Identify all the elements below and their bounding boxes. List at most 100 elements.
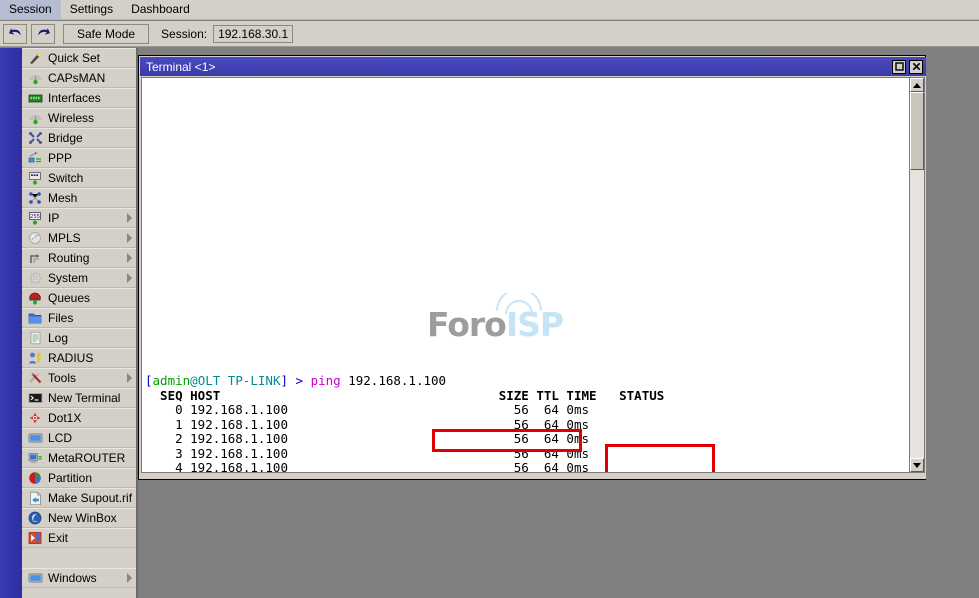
sidebar-item-log[interactable]: Log bbox=[22, 328, 136, 348]
chevron-right-icon bbox=[127, 373, 132, 383]
close-button[interactable] bbox=[909, 60, 923, 74]
winbox-brand-strip: WinBox bbox=[0, 48, 22, 598]
sidebar-item-label: Tools bbox=[48, 371, 76, 385]
output-header-row: SEQ HOST SIZE TTL TIME STATUS bbox=[145, 388, 664, 403]
session-address-field[interactable]: 192.168.30.1 bbox=[213, 25, 293, 43]
scrollbar-track[interactable] bbox=[910, 92, 924, 458]
prompt-bracket-close: ] > bbox=[280, 373, 310, 388]
sidebar-item-label: Dot1X bbox=[48, 411, 81, 425]
watermark-isp: ISP bbox=[506, 305, 563, 344]
prompt-argument: 192.168.1.100 bbox=[341, 373, 446, 388]
sidebar-item-ppp[interactable]: PPP bbox=[22, 148, 136, 168]
menu-item-dashboard[interactable]: Dashboard bbox=[122, 0, 199, 19]
maximize-button[interactable] bbox=[892, 60, 906, 74]
undo-arrow-icon bbox=[8, 27, 23, 40]
tools-icon bbox=[26, 370, 44, 386]
ppp-icon bbox=[26, 150, 44, 166]
antenna-icon bbox=[26, 70, 44, 86]
switch-icon bbox=[26, 170, 44, 186]
sidebar-item-label: Windows bbox=[48, 571, 97, 585]
sidebar-item-radius[interactable]: RADIUS bbox=[22, 348, 136, 368]
bridge-icon bbox=[26, 130, 44, 146]
sidebar-item-system[interactable]: System bbox=[22, 268, 136, 288]
sidebar-item-label: Files bbox=[48, 311, 73, 325]
sidebar-item-exit[interactable]: Exit bbox=[22, 528, 136, 548]
antenna-icon bbox=[26, 110, 44, 126]
sidebar-item-label: CAPsMAN bbox=[48, 71, 105, 85]
sidebar-item-partition[interactable]: Partition bbox=[22, 468, 136, 488]
queues-icon bbox=[26, 290, 44, 306]
sidebar-item-label: RADIUS bbox=[48, 351, 93, 365]
winbox-app: Session Settings Dashboard Safe Mode Ses… bbox=[0, 0, 979, 598]
gear-icon bbox=[26, 270, 44, 286]
sidebar-item-label: Wireless bbox=[48, 111, 94, 125]
close-icon bbox=[912, 60, 921, 74]
sidebar-menu-list: Quick Set CAPsMAN bbox=[22, 48, 136, 598]
safe-mode-button[interactable]: Safe Mode bbox=[63, 24, 149, 44]
watermark-foro: Foro bbox=[427, 305, 506, 344]
output-row: 1 192.168.1.100 56 64 0ms bbox=[145, 417, 589, 432]
sidebar-item-label: Routing bbox=[48, 251, 89, 265]
sidebar-item-dot1x[interactable]: Dot1X bbox=[22, 408, 136, 428]
scroll-down-button[interactable] bbox=[910, 458, 924, 472]
scroll-up-button[interactable] bbox=[910, 78, 924, 92]
undo-button[interactable] bbox=[3, 24, 27, 44]
sidebar-item-routing[interactable]: Routing bbox=[22, 248, 136, 268]
sidebar-item-quick-set[interactable]: Quick Set bbox=[22, 48, 136, 68]
windows-icon bbox=[26, 570, 44, 586]
chevron-right-icon bbox=[127, 213, 132, 223]
sidebar-item-capsman[interactable]: CAPsMAN bbox=[22, 68, 136, 88]
chevron-right-icon bbox=[127, 273, 132, 283]
sidebar-spacer bbox=[22, 548, 136, 568]
routing-icon bbox=[26, 250, 44, 266]
output-row: 4 192.168.1.100 56 64 0ms bbox=[145, 460, 589, 473]
log-icon bbox=[26, 330, 44, 346]
toolbar: Safe Mode Session: 192.168.30.1 bbox=[0, 21, 979, 47]
sidebar-item-metarouter[interactable]: MetaROUTER bbox=[22, 448, 136, 468]
terminal-output-area[interactable]: ForoISP [admin@OLT TP-LINK] > ping 192.1… bbox=[141, 77, 909, 473]
magic-wand-icon bbox=[26, 50, 44, 66]
session-label: Session: bbox=[161, 27, 207, 41]
sidebar-item-mpls[interactable]: MPLS bbox=[22, 228, 136, 248]
prompt-bracket-open: [ bbox=[145, 373, 153, 388]
output-row: 3 192.168.1.100 56 64 0ms bbox=[145, 446, 589, 461]
sidebar-item-mesh[interactable]: Mesh bbox=[22, 188, 136, 208]
dot1x-icon bbox=[26, 410, 44, 426]
sidebar-item-new-winbox[interactable]: New WinBox bbox=[22, 508, 136, 528]
sidebar-item-make-supout[interactable]: Make Supout.rif bbox=[22, 488, 136, 508]
metarouter-icon bbox=[26, 450, 44, 466]
sidebar-item-switch[interactable]: Switch bbox=[22, 168, 136, 188]
scrollbar-thumb[interactable] bbox=[910, 92, 924, 170]
sidebar-item-label: IP bbox=[48, 211, 59, 225]
mpls-icon bbox=[26, 230, 44, 246]
sidebar-item-bridge[interactable]: Bridge bbox=[22, 128, 136, 148]
output-row: 0 192.168.1.100 56 64 0ms bbox=[145, 402, 589, 417]
sidebar-item-lcd[interactable]: LCD bbox=[22, 428, 136, 448]
sidebar-item-label: Bridge bbox=[48, 131, 83, 145]
network-card-icon bbox=[26, 90, 44, 106]
sidebar-item-windows[interactable]: Windows bbox=[22, 568, 136, 588]
menu-item-session[interactable]: Session bbox=[0, 0, 61, 19]
sidebar-item-ip[interactable]: 255 IP bbox=[22, 208, 136, 228]
sidebar-item-files[interactable]: Files bbox=[22, 308, 136, 328]
sidebar-item-label: Quick Set bbox=[48, 51, 100, 65]
terminal-scrollbar[interactable] bbox=[909, 77, 925, 473]
redo-button[interactable] bbox=[31, 24, 55, 44]
chevron-right-icon bbox=[127, 253, 132, 263]
exit-icon bbox=[26, 530, 44, 546]
sidebar-item-interfaces[interactable]: Interfaces bbox=[22, 88, 136, 108]
terminal-text-content: [admin@OLT TP-LINK] > ping 192.168.1.100… bbox=[145, 374, 664, 473]
maximize-icon bbox=[895, 60, 904, 74]
sidebar-item-label: Interfaces bbox=[48, 91, 101, 105]
prompt-host: @OLT TP-LINK bbox=[190, 373, 280, 388]
sidebar-item-new-terminal[interactable]: New Terminal bbox=[22, 388, 136, 408]
menu-item-settings[interactable]: Settings bbox=[61, 0, 122, 19]
sidebar-item-wireless[interactable]: Wireless bbox=[22, 108, 136, 128]
folder-icon bbox=[26, 310, 44, 326]
sidebar-item-tools[interactable]: Tools bbox=[22, 368, 136, 388]
sidebar-item-queues[interactable]: Queues bbox=[22, 288, 136, 308]
mesh-icon bbox=[26, 190, 44, 206]
foroisp-watermark: ForoISP bbox=[427, 293, 627, 349]
terminal-title-bar[interactable]: Terminal <1> bbox=[140, 57, 926, 76]
sidebar-item-label: Queues bbox=[48, 291, 90, 305]
